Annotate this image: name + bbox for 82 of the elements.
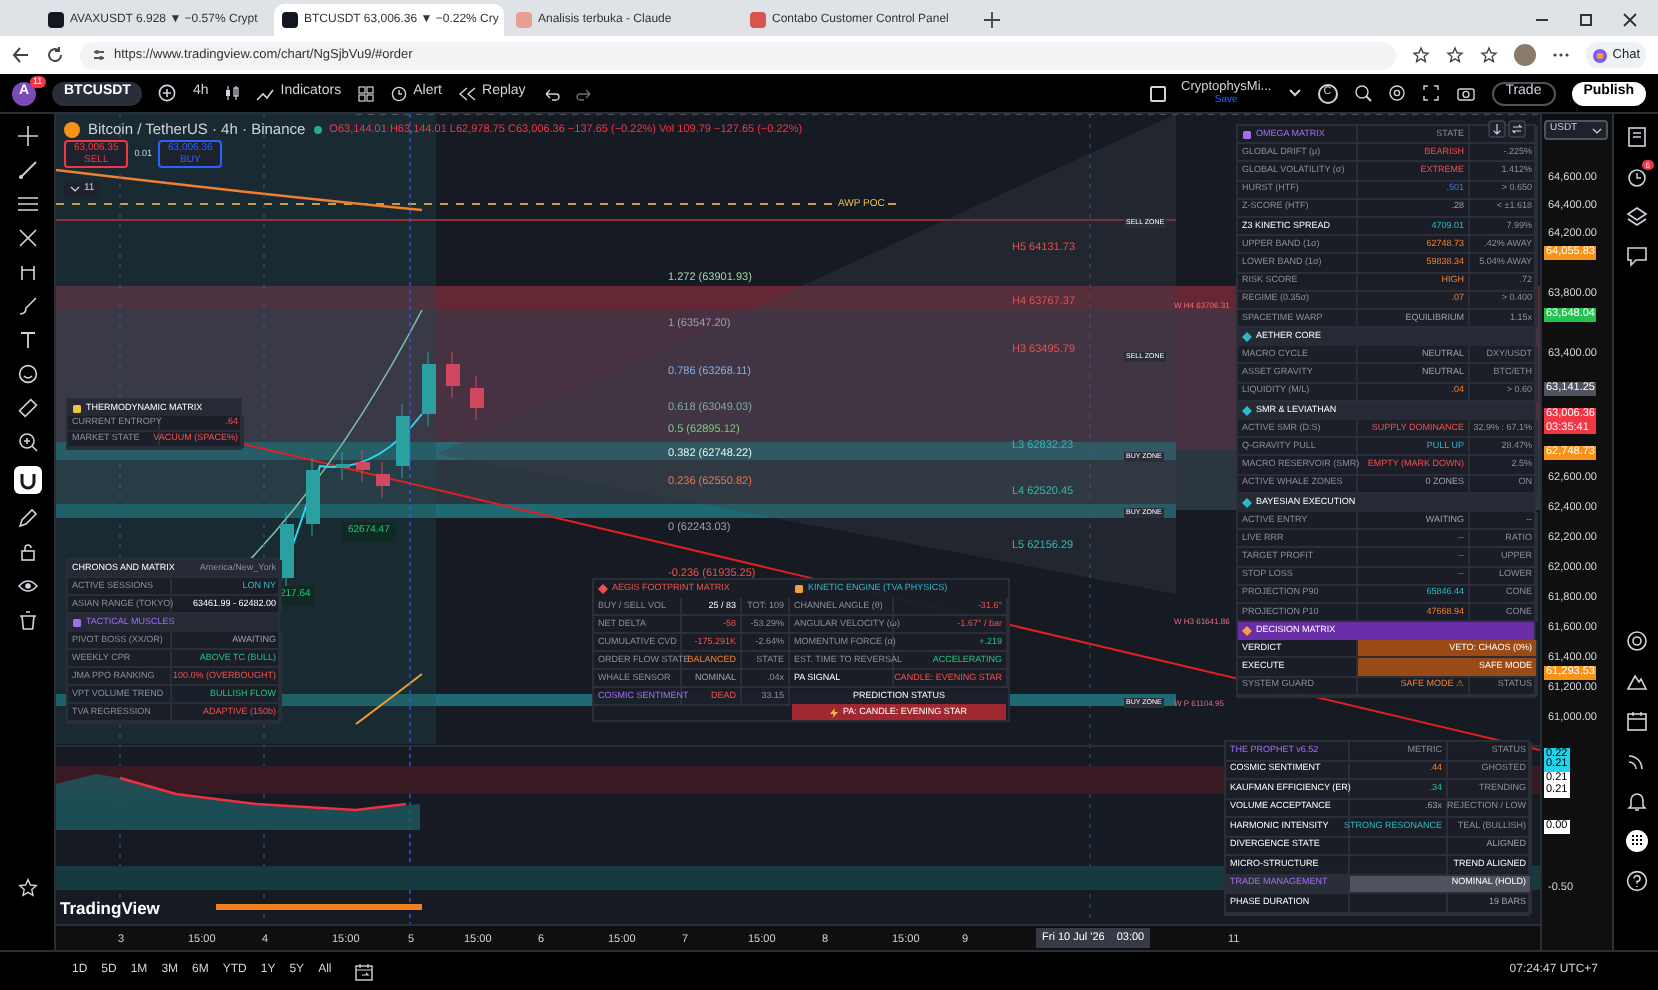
layers-icon[interactable] xyxy=(1625,206,1647,228)
diamond-icon xyxy=(1242,626,1252,637)
rewind-icon[interactable] xyxy=(458,85,477,101)
candle xyxy=(356,449,370,483)
pitchfork-icon[interactable] xyxy=(17,262,37,282)
target-icon[interactable] xyxy=(1625,630,1647,652)
bell-icon[interactable] xyxy=(1625,790,1647,812)
magnet-button[interactable] xyxy=(13,466,41,494)
sync-icon[interactable] xyxy=(1508,120,1526,138)
smiley-icon[interactable] xyxy=(17,364,37,384)
site-info-icon[interactable] xyxy=(92,48,106,62)
chart-line-icon[interactable] xyxy=(256,85,275,101)
more-icon[interactable] xyxy=(1552,52,1571,58)
lightning-icon[interactable] xyxy=(830,707,839,717)
alarm-clock-icon[interactable] xyxy=(1625,166,1647,188)
diamond-icon xyxy=(1242,497,1252,508)
square-icon xyxy=(72,618,82,628)
watchlist-icon[interactable] xyxy=(1625,126,1647,148)
candle xyxy=(446,351,460,399)
square-icon xyxy=(1242,129,1252,140)
candles-icon[interactable] xyxy=(224,84,241,102)
ruler-icon[interactable] xyxy=(17,398,37,418)
candle xyxy=(422,351,436,427)
caret-icon[interactable] xyxy=(1287,88,1302,98)
lock-icon[interactable] xyxy=(17,542,37,562)
new-tab-icon[interactable] xyxy=(982,10,1002,30)
add-symbol-icon[interactable] xyxy=(158,84,177,102)
maximize-icon[interactable] xyxy=(1578,12,1594,28)
alarm-clock-icon[interactable] xyxy=(389,84,408,102)
go-to-date-icon[interactable] xyxy=(353,961,374,981)
assistant-logo-icon[interactable] xyxy=(1592,47,1609,63)
square-icon xyxy=(72,403,82,413)
diamond-icon xyxy=(1242,332,1252,343)
profile-avatar-icon[interactable] xyxy=(1514,44,1537,66)
star-icon[interactable] xyxy=(1412,46,1431,64)
crosshair-icon[interactable] xyxy=(17,126,37,146)
text-icon[interactable] xyxy=(17,330,37,350)
download-icon[interactable] xyxy=(1488,120,1506,138)
candle xyxy=(470,375,484,421)
trash-icon[interactable] xyxy=(17,610,37,630)
candle xyxy=(336,451,350,481)
mountain-icon[interactable] xyxy=(1625,670,1647,692)
undo-icon[interactable] xyxy=(541,85,560,101)
brush-icon[interactable] xyxy=(17,296,37,316)
diamond-icon xyxy=(598,584,608,594)
pencil-lock-icon[interactable] xyxy=(17,508,37,528)
layout-checkbox-icon[interactable] xyxy=(1149,85,1166,101)
node-icon[interactable] xyxy=(17,228,37,248)
help-icon[interactable] xyxy=(1625,870,1647,892)
settings-icon[interactable] xyxy=(1387,84,1406,102)
chevron-icon[interactable] xyxy=(70,186,80,193)
reload-icon[interactable] xyxy=(46,46,64,64)
site-logo-icon xyxy=(750,12,766,28)
close-icon[interactable] xyxy=(1622,12,1638,28)
candle xyxy=(396,403,410,479)
templates-icon[interactable] xyxy=(357,85,374,101)
candle xyxy=(306,457,320,537)
back-icon[interactable] xyxy=(12,46,30,64)
horizontal-lines-icon[interactable] xyxy=(17,194,37,214)
chart-logo-icon xyxy=(282,12,298,28)
grid-icon[interactable] xyxy=(1625,830,1647,852)
chat-bubble-icon[interactable] xyxy=(1625,246,1647,268)
slow-average-curve xyxy=(355,673,423,725)
zoom-in-icon[interactable] xyxy=(17,432,37,452)
trend-line-icon[interactable] xyxy=(17,160,37,180)
caret-icon[interactable] xyxy=(1592,127,1602,133)
coin-icon xyxy=(64,121,80,138)
redo-icon[interactable] xyxy=(575,85,594,101)
site-logo-icon xyxy=(516,12,532,28)
candle xyxy=(280,511,294,591)
calendar-icon[interactable] xyxy=(1625,710,1647,732)
fullscreen-icon[interactable] xyxy=(1421,84,1440,102)
search-icon[interactable] xyxy=(1353,84,1372,102)
candle xyxy=(376,461,390,499)
eye-icon[interactable] xyxy=(17,576,37,596)
tradingview-logo: TradingView xyxy=(60,896,160,922)
broadcast-icon[interactable] xyxy=(1625,750,1647,772)
market-open-icon xyxy=(313,125,322,134)
square-icon xyxy=(794,584,804,594)
camera-icon[interactable] xyxy=(1455,84,1476,102)
diamond-icon xyxy=(1242,405,1252,416)
chart-logo-icon xyxy=(48,12,64,28)
